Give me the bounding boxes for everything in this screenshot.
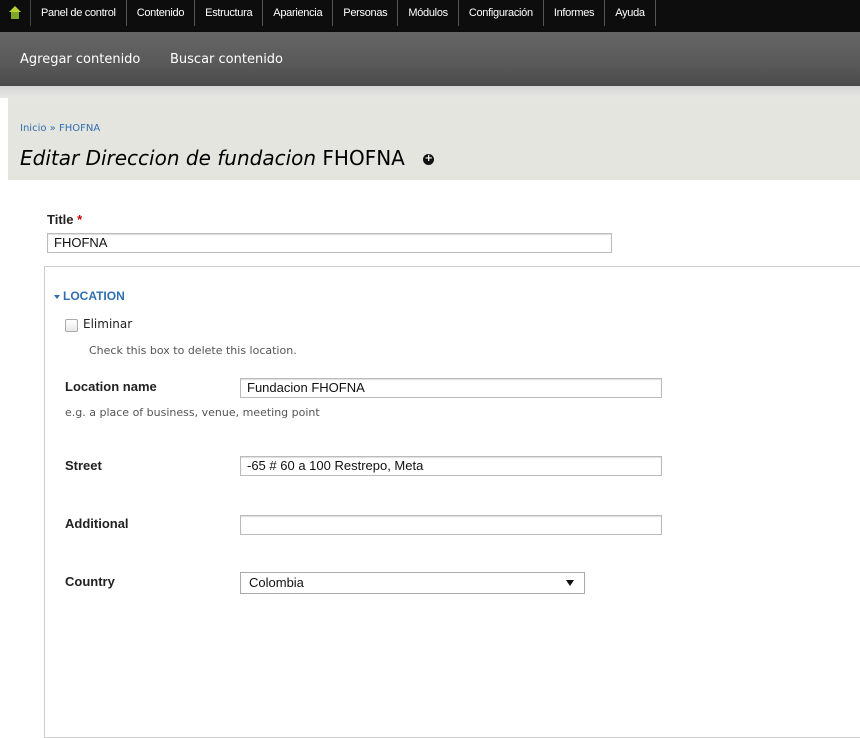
collapse-arrow-icon (54, 294, 60, 299)
location-name-label: Location name (65, 379, 157, 394)
shortcuts-bar: Agregar contenido Buscar contenido (0, 32, 860, 86)
dropdown-caret-icon (566, 580, 574, 586)
menu-item-apariencia[interactable]: Apariencia (263, 0, 334, 26)
page-title-name: FHOFNA (322, 146, 405, 170)
breadcrumb-separator: » (49, 123, 56, 134)
home-icon (8, 6, 22, 20)
menu-item-estructura[interactable]: Estructura (195, 0, 264, 26)
additional-label: Additional (65, 516, 129, 531)
country-selected-value: Colombia (249, 575, 304, 590)
title-label-text: Title (47, 212, 74, 227)
menu-item-ayuda[interactable]: Ayuda (605, 0, 656, 26)
menu-item-contenido[interactable]: Contenido (127, 0, 196, 26)
plus-circle-icon[interactable]: + (423, 154, 435, 165)
street-input[interactable]: -65 # 60 a 100 Restrepo, Meta (240, 456, 662, 476)
location-fieldset (44, 266, 860, 738)
title-input[interactable]: FHOFNA (47, 233, 612, 253)
street-label: Street (65, 458, 102, 473)
menu-item-modulos[interactable]: Módulos (398, 0, 459, 26)
location-legend[interactable]: LOCATION (54, 289, 125, 303)
additional-input[interactable] (240, 515, 662, 535)
menu-item-informes[interactable]: Informes (544, 0, 606, 26)
shortcut-agregar-contenido[interactable]: Agregar contenido (20, 52, 140, 67)
admin-menu: Panel de control Contenido Estructura Ap… (0, 0, 656, 26)
location-name-input[interactable]: Fundacion FHOFNA (240, 378, 662, 398)
shortcut-buscar-contenido[interactable]: Buscar contenido (170, 52, 283, 67)
shortcuts-shadow (0, 86, 860, 98)
delete-description: Check this box to delete this location. (89, 344, 297, 357)
breadcrumb-home-link[interactable]: Inicio (20, 123, 46, 134)
title-label: Title * (47, 212, 82, 227)
delete-checkbox[interactable] (65, 319, 78, 332)
menu-item-configuracion[interactable]: Configuración (459, 0, 544, 26)
location-name-description: e.g. a place of business, venue, meeting… (65, 406, 320, 419)
menu-item-panel-de-control[interactable]: Panel de control (31, 0, 127, 26)
menu-item-personas[interactable]: Personas (333, 0, 399, 26)
country-label: Country (65, 574, 115, 589)
location-legend-label: LOCATION (63, 289, 125, 303)
admin-toolbar: Panel de control Contenido Estructura Ap… (0, 0, 860, 32)
page-title-italic: Editar Direccion de fundacion (20, 146, 317, 170)
breadcrumb-current-link[interactable]: FHOFNA (59, 123, 100, 134)
breadcrumb: Inicio » FHOFNA (20, 123, 100, 134)
delete-checkbox-label[interactable]: Eliminar (83, 317, 132, 331)
page-header: Inicio » FHOFNA Editar Direccion de fund… (8, 98, 860, 180)
country-select[interactable]: Colombia (240, 572, 585, 594)
page-title: Editar Direccion de fundacion FHOFNA + (20, 146, 435, 170)
home-button[interactable] (0, 0, 31, 26)
required-mark: * (77, 212, 83, 227)
